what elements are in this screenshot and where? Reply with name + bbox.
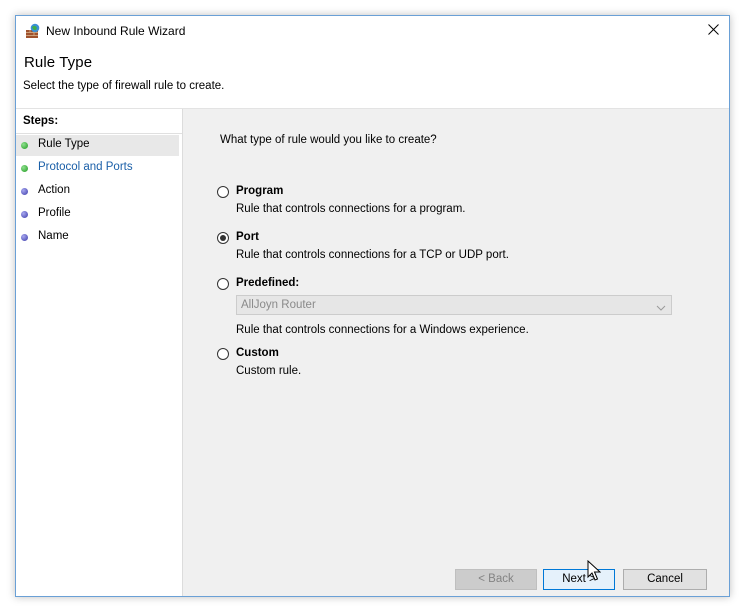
green-bullet-icon	[21, 142, 28, 149]
step-profile[interactable]: Profile	[16, 204, 179, 225]
blue-bullet-icon	[21, 188, 28, 195]
step-rule-type[interactable]: Rule Type	[16, 135, 179, 156]
option-description: Custom rule.	[236, 365, 302, 377]
window-title: New Inbound Rule Wizard	[46, 24, 186, 38]
title-bar: New Inbound Rule Wizard	[16, 16, 729, 46]
steps-panel: Steps: Rule Type Protocol and Ports Acti…	[16, 109, 183, 596]
close-icon	[707, 24, 719, 38]
steps-divider	[16, 133, 182, 134]
blue-bullet-icon	[21, 234, 28, 241]
wizard-header: Rule Type Select the type of firewall ru…	[16, 46, 729, 109]
step-action[interactable]: Action	[16, 181, 179, 202]
close-button[interactable]	[697, 16, 729, 46]
program-radio[interactable]	[217, 186, 229, 198]
page-subtitle: Select the type of firewall rule to crea…	[23, 80, 225, 92]
back-button[interactable]: < Back	[455, 569, 537, 590]
next-button[interactable]: Next >	[543, 569, 615, 590]
page-title: Rule Type	[24, 54, 93, 71]
option-description: Rule that controls connections for a pro…	[236, 203, 466, 215]
predefined-radio[interactable]	[217, 278, 229, 290]
mouse-pointer-icon	[587, 559, 602, 582]
option-label[interactable]: Port	[236, 231, 259, 243]
option-description: Rule that controls connections for a TCP…	[236, 249, 509, 261]
cancel-button[interactable]: Cancel	[623, 569, 707, 590]
option-label[interactable]: Predefined:	[236, 277, 299, 289]
radio-selected-dot	[220, 235, 226, 241]
firewall-wizard-icon	[25, 23, 41, 39]
step-label: Rule Type	[38, 138, 90, 150]
green-bullet-icon	[21, 165, 28, 172]
step-label: Name	[38, 230, 69, 242]
option-label[interactable]: Custom	[236, 347, 279, 359]
predefined-select[interactable]: AllJoyn Router	[236, 295, 672, 315]
step-label: Profile	[38, 207, 71, 219]
step-protocol-and-ports[interactable]: Protocol and Ports	[16, 158, 179, 179]
option-label[interactable]: Program	[236, 185, 283, 197]
port-radio[interactable]	[217, 232, 229, 244]
custom-radio[interactable]	[217, 348, 229, 360]
chevron-down-icon	[656, 301, 666, 311]
content-panel: What type of rule would you like to crea…	[183, 109, 729, 596]
wizard-window: New Inbound Rule Wizard Rule Type Select…	[15, 15, 730, 597]
option-description: Rule that controls connections for a Win…	[236, 324, 529, 336]
step-name[interactable]: Name	[16, 227, 179, 248]
rule-type-question: What type of rule would you like to crea…	[220, 134, 437, 146]
step-label: Protocol and Ports	[38, 161, 133, 173]
step-label: Action	[38, 184, 70, 196]
predefined-select-value: AllJoyn Router	[241, 299, 316, 311]
blue-bullet-icon	[21, 211, 28, 218]
steps-heading: Steps:	[23, 115, 59, 127]
